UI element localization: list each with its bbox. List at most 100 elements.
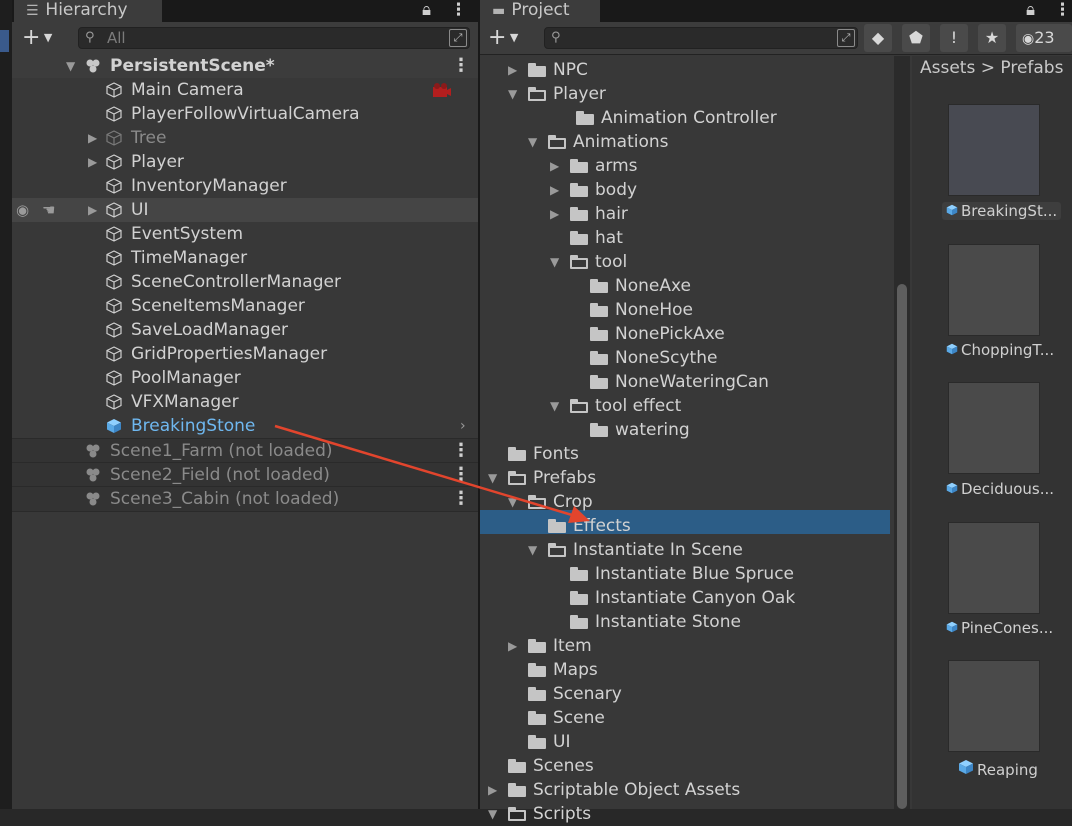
collapsed-arrow-icon[interactable]: ▶ xyxy=(550,178,559,202)
hierarchy-item[interactable]: Main Camera xyxy=(12,78,478,102)
tree-item[interactable]: Instantiate Stone xyxy=(480,610,890,634)
expand-arrow-icon[interactable]: ▼ xyxy=(550,250,559,274)
tree-item[interactable]: ▼ Instantiate In Scene xyxy=(480,538,890,562)
tree-item[interactable]: ▼ Prefabs xyxy=(480,466,890,490)
hierarchy-menu-icon[interactable]: ⋮ xyxy=(450,0,467,22)
expand-arrow-icon[interactable]: ▼ xyxy=(528,538,537,562)
project-menu-icon[interactable]: ⋮ xyxy=(1054,0,1071,22)
tree-item[interactable]: NoneScythe xyxy=(480,346,890,370)
hierarchy-item[interactable]: EventSystem xyxy=(12,222,478,246)
hierarchy-item[interactable]: VFXManager xyxy=(12,390,478,414)
expand-arrow-icon[interactable]: ▼ xyxy=(488,802,497,826)
asset-label[interactable]: ChoppingT... xyxy=(942,341,1058,359)
collapsed-arrow-icon[interactable]: ▶ xyxy=(508,58,517,82)
tab-project[interactable]: ▬ Project xyxy=(480,0,600,22)
tree-item[interactable]: ▶ body xyxy=(480,178,890,202)
filter-label-icon[interactable]: ⬟ xyxy=(902,24,930,52)
scene-menu-icon[interactable]: ⋮ xyxy=(452,463,470,487)
tree-item[interactable]: Instantiate Blue Spruce xyxy=(480,562,890,586)
collapsed-arrow-icon[interactable]: ▶ xyxy=(488,778,497,802)
tree-item[interactable]: Maps xyxy=(480,658,890,682)
collapsed-arrow-icon[interactable]: ▶ xyxy=(508,634,517,658)
collapsed-arrow-icon[interactable]: ▶ xyxy=(88,150,97,174)
tree-item[interactable]: ▶ Scriptable Object Assets xyxy=(480,778,890,802)
tree-item[interactable]: ▶ hair xyxy=(480,202,890,226)
tree-item[interactable]: ▶ arms xyxy=(480,154,890,178)
hierarchy-item[interactable]: SceneControllerManager xyxy=(12,270,478,294)
asset-label[interactable]: PineCones... xyxy=(942,619,1057,637)
collapsed-arrow-icon[interactable]: ▶ xyxy=(550,154,559,178)
visibility-eye-icon[interactable]: ◉ xyxy=(16,198,29,222)
tree-item[interactable]: Scene xyxy=(480,706,890,730)
collapsed-arrow-icon[interactable]: ▶ xyxy=(88,126,97,150)
lock-icon[interactable]: 🔒︎ xyxy=(1026,0,1035,22)
tree-item[interactable]: ▶ NPC xyxy=(480,58,890,82)
hierarchy-search-input[interactable]: ⚲ All ⤢ xyxy=(78,27,470,49)
hierarchy-item[interactable]: SceneItemsManager xyxy=(12,294,478,318)
tree-item[interactable]: ▼ Scripts xyxy=(480,802,890,826)
scene-header-unloaded[interactable]: Scene3_Cabin (not loaded) ⋮ xyxy=(12,486,478,512)
expand-arrow-icon[interactable]: ▼ xyxy=(508,82,517,106)
favorites-star-icon[interactable]: ★ xyxy=(978,24,1006,52)
breadcrumb[interactable]: Assets > Prefabs xyxy=(920,58,1063,78)
pickable-hand-icon[interactable]: ☚ xyxy=(42,198,55,222)
hierarchy-item[interactable]: ▶ Player xyxy=(12,150,478,174)
tree-item[interactable]: ▼ tool xyxy=(480,250,890,274)
tree-item[interactable]: Scenary xyxy=(480,682,890,706)
tree-item[interactable]: Instantiate Canyon Oak xyxy=(480,586,890,610)
hierarchy-item[interactable]: SaveLoadManager xyxy=(12,318,478,342)
tree-item[interactable]: ▼ tool effect xyxy=(480,394,890,418)
lock-icon[interactable]: 🔒︎ xyxy=(422,0,431,22)
tree-item[interactable]: ▼ Player xyxy=(480,82,890,106)
scene-menu-icon[interactable]: ⋮ xyxy=(452,439,470,463)
collapsed-arrow-icon[interactable]: ▶ xyxy=(550,202,559,226)
expand-arrow-icon[interactable]: ▼ xyxy=(488,466,497,490)
asset-thumbnail[interactable] xyxy=(948,382,1040,474)
expand-arrow-icon[interactable]: ▼ xyxy=(550,394,559,418)
asset-thumbnail[interactable] xyxy=(948,522,1040,614)
expand-arrow-icon[interactable]: ▼ xyxy=(66,54,75,78)
hierarchy-item[interactable]: ▶ Tree xyxy=(12,126,478,150)
hierarchy-item[interactable]: PlayerFollowVirtualCamera xyxy=(12,102,478,126)
tree-item[interactable]: watering xyxy=(480,418,890,442)
asset-label[interactable]: BreakingSt... xyxy=(942,202,1062,220)
filter-type-icon[interactable]: ◆ xyxy=(864,24,892,52)
hierarchy-item[interactable]: InventoryManager xyxy=(12,174,478,198)
search-mode-icon[interactable]: ⤢ xyxy=(837,29,855,47)
tree-item[interactable]: NoneWateringCan xyxy=(480,370,890,394)
create-button[interactable]: + ▼ xyxy=(22,26,52,50)
expand-arrow-icon[interactable]: ▼ xyxy=(508,490,517,514)
project-search-input[interactable]: ⚲ ⤢ xyxy=(544,27,858,49)
tree-item[interactable]: Effects xyxy=(480,514,890,538)
tree-item[interactable]: Animation Controller xyxy=(480,106,890,130)
asset-thumbnail[interactable] xyxy=(948,244,1040,336)
tree-item[interactable]: ▼ Crop xyxy=(480,490,890,514)
asset-thumbnail[interactable] xyxy=(948,104,1040,196)
scene-header-unloaded[interactable]: Scene2_Field (not loaded) ⋮ xyxy=(12,462,478,487)
tree-item[interactable]: Fonts xyxy=(480,442,890,466)
open-prefab-chevron-icon[interactable]: › xyxy=(460,414,466,438)
search-mode-icon[interactable]: ⤢ xyxy=(449,29,467,47)
create-asset-button[interactable]: + ▼ xyxy=(488,26,518,50)
tree-scrollbar[interactable] xyxy=(894,56,910,809)
hierarchy-item[interactable]: ◉ ☚ ▶ UI xyxy=(12,198,478,222)
tree-item[interactable]: ▼ Animations xyxy=(480,130,890,154)
scene-header-persistent[interactable]: ▼ PersistentScene* ⋮ xyxy=(12,54,478,78)
tree-item[interactable]: hat xyxy=(480,226,890,250)
scene-menu-icon[interactable]: ⋮ xyxy=(452,487,470,511)
scene-menu-icon[interactable]: ⋮ xyxy=(452,54,470,78)
hierarchy-item[interactable]: GridPropertiesManager xyxy=(12,342,478,366)
console-warning-icon[interactable]: ! xyxy=(940,24,968,52)
tree-item[interactable]: Scenes xyxy=(480,754,890,778)
tree-item[interactable]: ▶ Item xyxy=(480,634,890,658)
collapsed-arrow-icon[interactable]: ▶ xyxy=(88,198,97,222)
tab-hierarchy[interactable]: ☰ Hierarchy xyxy=(14,0,162,22)
scene-header-unloaded[interactable]: Scene1_Farm (not loaded) ⋮ xyxy=(12,438,478,463)
hierarchy-item-breakingstone[interactable]: BreakingStone › xyxy=(12,414,478,438)
tree-item[interactable]: NoneAxe xyxy=(480,274,890,298)
hierarchy-item[interactable]: PoolManager xyxy=(12,366,478,390)
asset-thumbnail[interactable] xyxy=(948,660,1040,752)
asset-label[interactable]: Deciduous... xyxy=(942,480,1058,498)
hierarchy-empty-area[interactable] xyxy=(62,512,478,809)
asset-label[interactable]: Reaping xyxy=(954,759,1042,779)
